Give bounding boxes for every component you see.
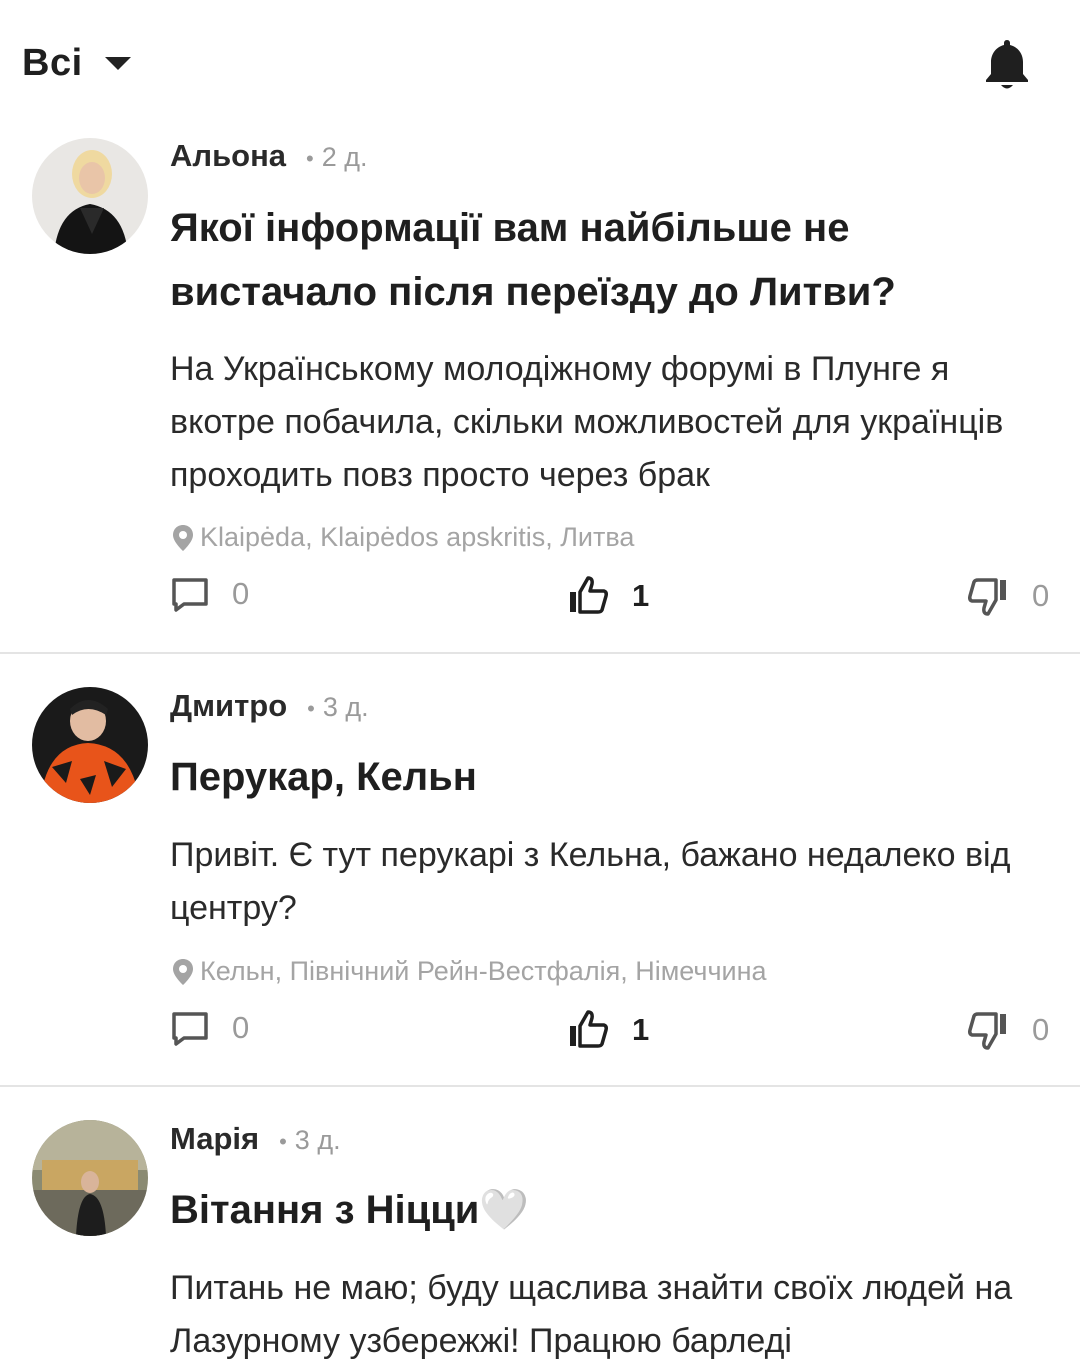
separator-dot: • xyxy=(279,1129,287,1154)
dislikes-count: 0 xyxy=(1032,1012,1050,1047)
like-button[interactable]: 1 xyxy=(566,1008,649,1052)
comments-button[interactable]: 0 xyxy=(170,574,249,614)
post-meta: Альона • 2 д. xyxy=(170,138,368,174)
thumbs-down-icon xyxy=(968,578,1006,616)
divider xyxy=(0,1085,1080,1087)
location-pin-icon xyxy=(173,524,193,551)
avatar[interactable] xyxy=(32,1120,148,1236)
avatar[interactable] xyxy=(32,687,148,803)
dislikes-count: 0 xyxy=(1032,578,1050,613)
author-name[interactable]: Альона xyxy=(170,138,286,174)
post-body[interactable]: На Українському молодіжному форумі в Плу… xyxy=(170,343,1060,502)
comments-count: 0 xyxy=(232,576,250,611)
location-pin-icon xyxy=(173,958,193,985)
post-time: 3 д. xyxy=(322,692,369,722)
likes-count: 1 xyxy=(632,1012,650,1047)
dislike-button[interactable]: 0 xyxy=(966,1008,1049,1052)
post-actions: 0 1 0 xyxy=(0,574,1080,624)
dislike-button[interactable]: 0 xyxy=(966,574,1049,618)
post-meta: Дмитро • 3 д. xyxy=(170,688,369,724)
divider xyxy=(0,652,1080,654)
post-location: Klaipėda, Klaipėdos apskritis, Литва xyxy=(172,522,634,553)
location-text: Кельн, Північний Рейн-Вестфалія, Німеччи… xyxy=(200,956,767,986)
post-body[interactable]: Привіт. Є тут перукарі з Кельна, бажано … xyxy=(170,829,1060,935)
author-name[interactable]: Дмитро xyxy=(170,688,287,724)
white-heart-icon: 🤍 xyxy=(479,1188,530,1232)
post-actions: 0 1 0 xyxy=(0,1008,1080,1058)
post-body[interactable]: Питань не маю; буду щаслива знайти своїх… xyxy=(170,1262,1060,1368)
post-location: Кельн, Північний Рейн-Вестфалія, Німеччи… xyxy=(172,956,767,987)
filter-label: Всі xyxy=(22,42,83,84)
post-time: 3 д. xyxy=(294,1125,341,1155)
post-title[interactable]: Вітання з Ніцци🤍 xyxy=(170,1178,1050,1242)
separator-dot: • xyxy=(306,146,314,171)
top-bar: Всі xyxy=(0,0,1080,130)
thumbs-up-icon xyxy=(570,1010,608,1048)
thumbs-down-icon xyxy=(968,1012,1006,1050)
comment-icon xyxy=(172,1012,208,1046)
post-time: 2 д. xyxy=(321,142,368,172)
post-meta: Марія • 3 д. xyxy=(170,1121,341,1157)
thumbs-up-icon xyxy=(570,576,608,614)
location-text: Klaipėda, Klaipėdos apskritis, Литва xyxy=(200,522,635,552)
post-title[interactable]: Перукар, Кельн xyxy=(170,745,1050,809)
chevron-down-icon xyxy=(104,57,131,70)
post-title-text: Вітання з Ніцци xyxy=(170,1188,480,1232)
avatar[interactable] xyxy=(32,138,148,254)
like-button[interactable]: 1 xyxy=(566,574,649,618)
likes-count: 1 xyxy=(632,578,650,613)
author-name[interactable]: Марія xyxy=(170,1121,259,1157)
bell-icon[interactable] xyxy=(982,36,1032,92)
comments-button[interactable]: 0 xyxy=(170,1008,249,1048)
comments-count: 0 xyxy=(232,1010,250,1045)
post-title[interactable]: Якої інформації вам найбільше не вистача… xyxy=(170,196,1050,324)
separator-dot: • xyxy=(307,696,315,721)
comment-icon xyxy=(172,578,208,612)
filter-dropdown[interactable]: Всі xyxy=(22,42,131,85)
